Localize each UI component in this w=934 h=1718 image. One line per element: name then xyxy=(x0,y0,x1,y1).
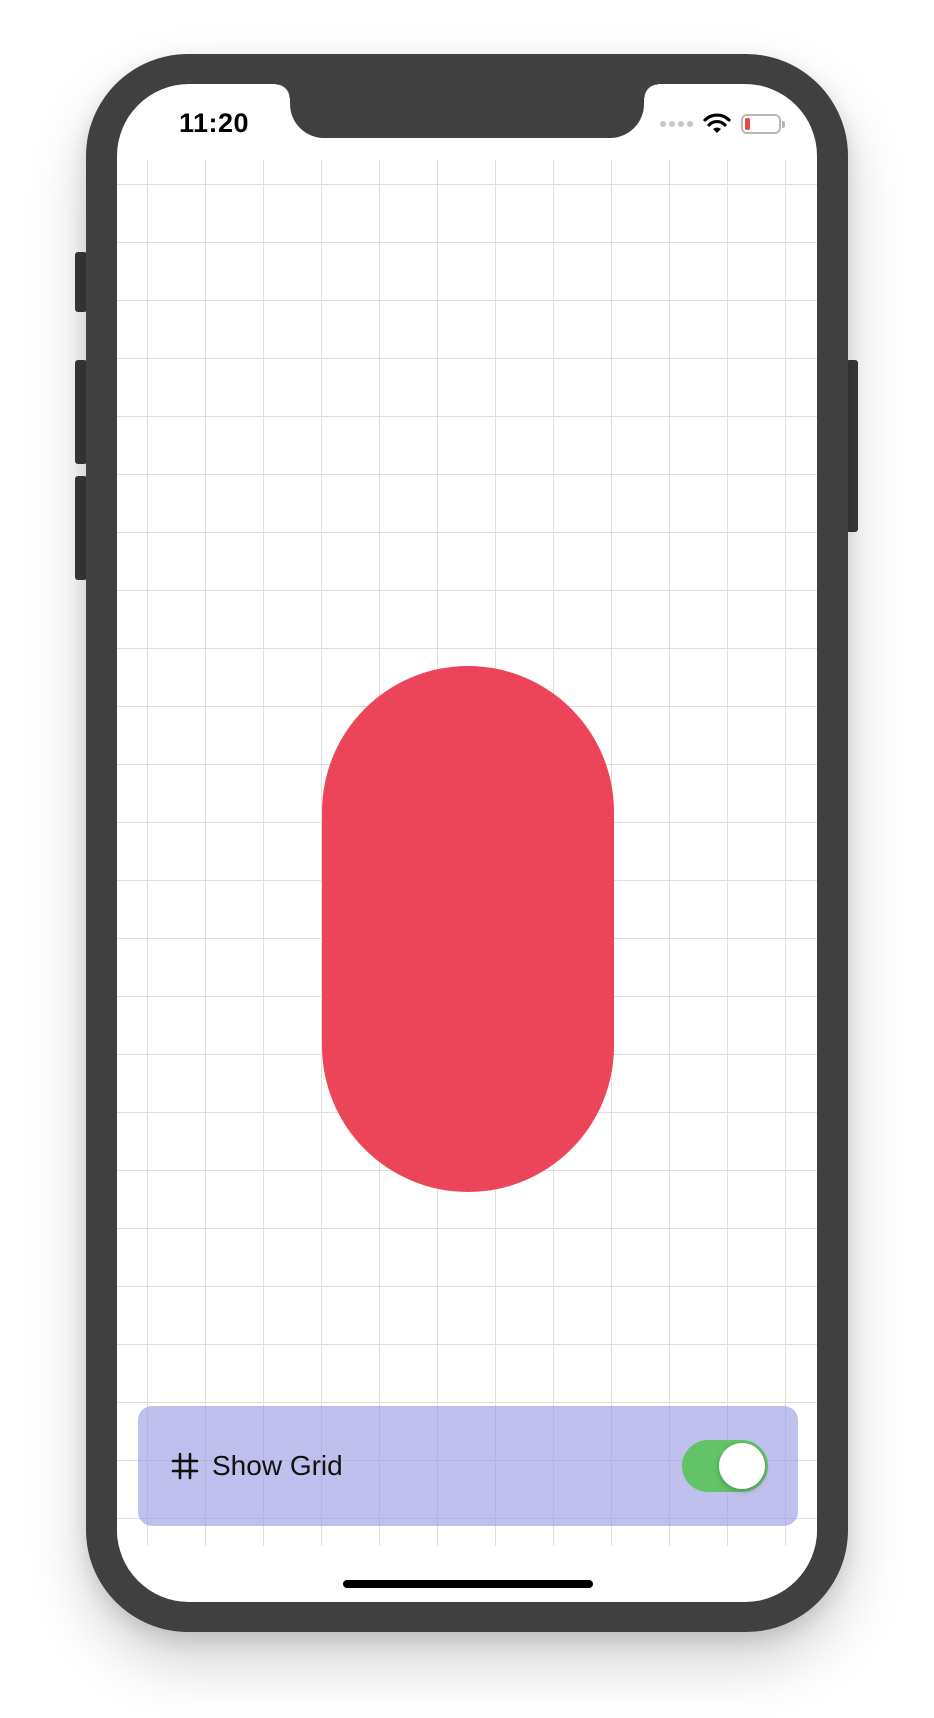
grid-canvas xyxy=(117,160,817,1546)
home-indicator[interactable] xyxy=(343,1580,593,1588)
grid-control-panel: Show Grid xyxy=(138,1406,798,1526)
wifi-icon xyxy=(703,113,731,133)
battery-icon xyxy=(741,114,785,134)
toggle-knob xyxy=(719,1443,765,1489)
device-frame-stage: 11:20 Show Grid xyxy=(0,0,934,1718)
show-grid-label: Show Grid xyxy=(212,1450,343,1481)
status-time: 11:20 xyxy=(179,108,250,138)
capsule-shape xyxy=(322,666,614,1192)
battery-level-fill xyxy=(745,118,750,130)
hash-grid-icon xyxy=(171,1452,199,1480)
notch xyxy=(276,84,658,138)
phone-screen: 11:20 Show Grid xyxy=(117,84,817,1602)
cellular-signal-icon xyxy=(660,121,693,127)
status-icons xyxy=(660,110,785,138)
show-grid-toggle[interactable] xyxy=(682,1440,768,1492)
